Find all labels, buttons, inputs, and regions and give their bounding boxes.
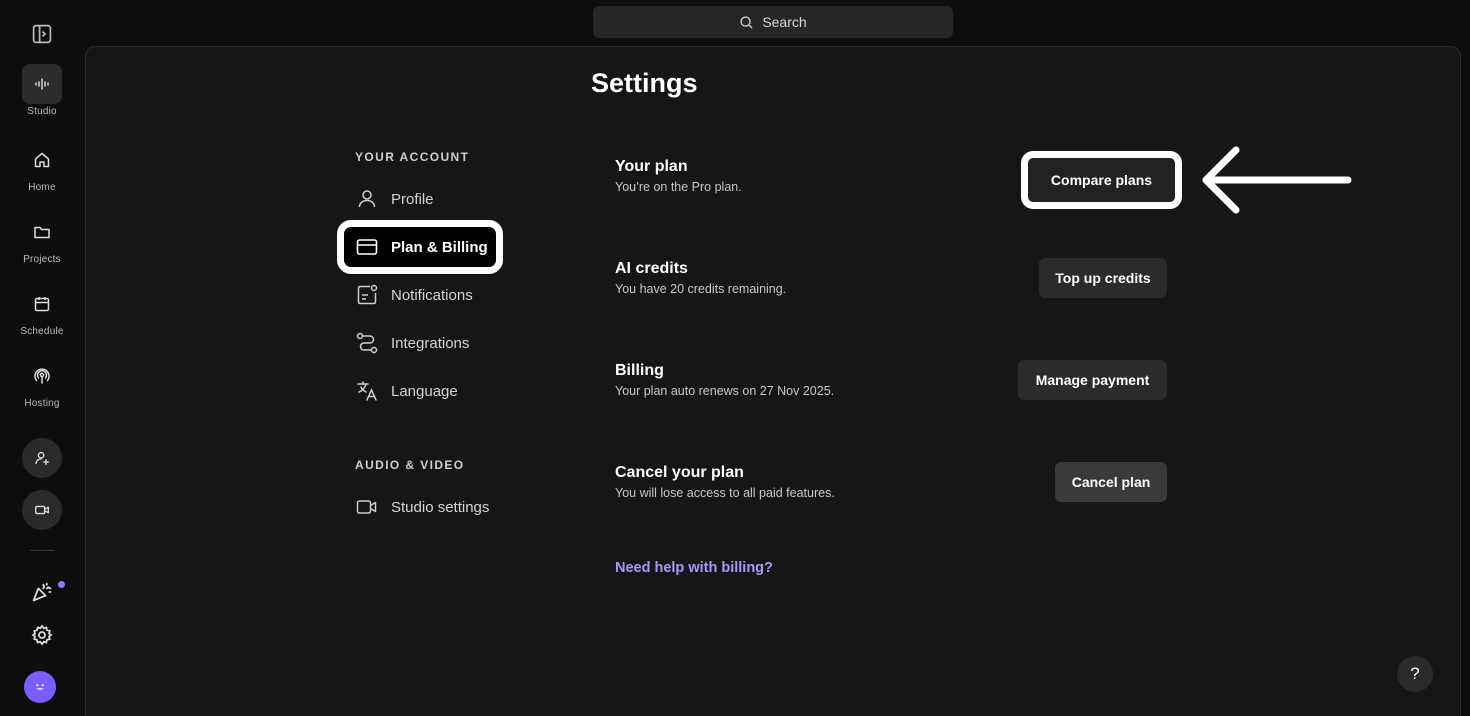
cancel-plan-title: Cancel your plan xyxy=(615,464,744,481)
help-button[interactable]: ? xyxy=(1397,656,1433,692)
calendar-icon xyxy=(22,284,62,324)
search-icon xyxy=(740,15,753,29)
rail-projects[interactable]: Projects xyxy=(0,212,84,265)
nav-item-label: Language xyxy=(391,382,458,400)
notification-icon xyxy=(357,284,378,305)
manage-payment-button[interactable]: Manage payment xyxy=(1018,360,1167,400)
rail-label: Home xyxy=(28,182,56,193)
left-rail: Studio Home Projects Schedule Hosting xyxy=(0,0,84,716)
rail-schedule[interactable]: Schedule xyxy=(0,284,84,337)
nav-item-studio-settings[interactable]: Studio settings xyxy=(355,493,489,521)
notification-dot xyxy=(58,581,65,588)
rail-label: Hosting xyxy=(24,398,60,409)
search-bar[interactable]: Search xyxy=(593,6,953,38)
settings-button[interactable] xyxy=(30,623,54,647)
rail-studio[interactable]: Studio xyxy=(0,64,84,117)
waveform-icon xyxy=(22,64,62,104)
search-label: Search xyxy=(762,14,807,30)
rail-divider xyxy=(30,550,54,551)
rail-label: Studio xyxy=(27,106,57,117)
nav-item-label: Plan & Billing xyxy=(391,238,488,256)
video-camera-icon xyxy=(35,505,49,515)
section-header-audio-video: AUDIO & VIDEO xyxy=(355,458,465,472)
nav-item-integrations[interactable]: Integrations xyxy=(355,329,469,357)
ai-credits-subtitle: You have 20 credits remaining. xyxy=(615,282,787,296)
podcast-icon xyxy=(22,356,62,396)
home-icon xyxy=(22,140,62,180)
rail-hosting[interactable]: Hosting xyxy=(0,356,84,409)
nav-item-label: Profile xyxy=(391,190,434,208)
ai-credits-title: AI credits xyxy=(615,260,688,277)
whats-new-button[interactable] xyxy=(30,580,54,604)
left-arrow-icon xyxy=(1202,146,1352,214)
avatar[interactable] xyxy=(24,671,56,703)
nav-item-profile[interactable]: Profile xyxy=(355,185,434,213)
compare-plans-button[interactable]: Compare plans xyxy=(1021,151,1182,209)
nav-item-label: Integrations xyxy=(391,334,470,352)
folder-icon xyxy=(22,212,62,252)
top-up-credits-button[interactable]: Top up credits xyxy=(1039,258,1167,298)
smiley-icon xyxy=(36,684,44,690)
billing-title: Billing xyxy=(615,362,664,379)
integrations-icon xyxy=(356,332,378,354)
record-video-button[interactable] xyxy=(22,490,62,530)
translate-icon xyxy=(357,381,377,401)
section-header-account: YOUR ACCOUNT xyxy=(355,150,470,164)
credit-card-icon xyxy=(356,239,378,255)
user-icon xyxy=(358,190,376,208)
gear-icon xyxy=(31,624,53,646)
page-title: Settings xyxy=(591,68,698,98)
rail-home[interactable]: Home xyxy=(0,140,84,193)
cancel-plan-subtitle: You will lose access to all paid feature… xyxy=(615,486,835,500)
billing-help-link[interactable]: Need help with billing? xyxy=(615,560,773,576)
nav-item-notifications[interactable]: Notifications xyxy=(355,281,473,309)
invite-user-button[interactable] xyxy=(22,438,62,478)
nav-item-plan-billing[interactable]: Plan & Billing xyxy=(337,220,503,274)
video-camera-icon xyxy=(356,500,377,514)
user-plus-icon xyxy=(35,451,49,465)
nav-item-label: Notifications xyxy=(391,286,473,304)
toggle-sidebar-icon[interactable] xyxy=(30,22,54,46)
party-popper-icon xyxy=(32,582,52,602)
your-plan-title: Your plan xyxy=(615,158,688,175)
rail-label: Schedule xyxy=(20,326,64,337)
nav-item-label: Studio settings xyxy=(391,498,490,516)
cancel-plan-button[interactable]: Cancel plan xyxy=(1055,462,1167,502)
billing-subtitle: Your plan auto renews on 27 Nov 2025. xyxy=(615,384,835,398)
nav-item-language[interactable]: Language xyxy=(355,377,458,405)
your-plan-subtitle: You’re on the Pro plan. xyxy=(615,180,742,194)
rail-label: Projects xyxy=(23,254,61,265)
